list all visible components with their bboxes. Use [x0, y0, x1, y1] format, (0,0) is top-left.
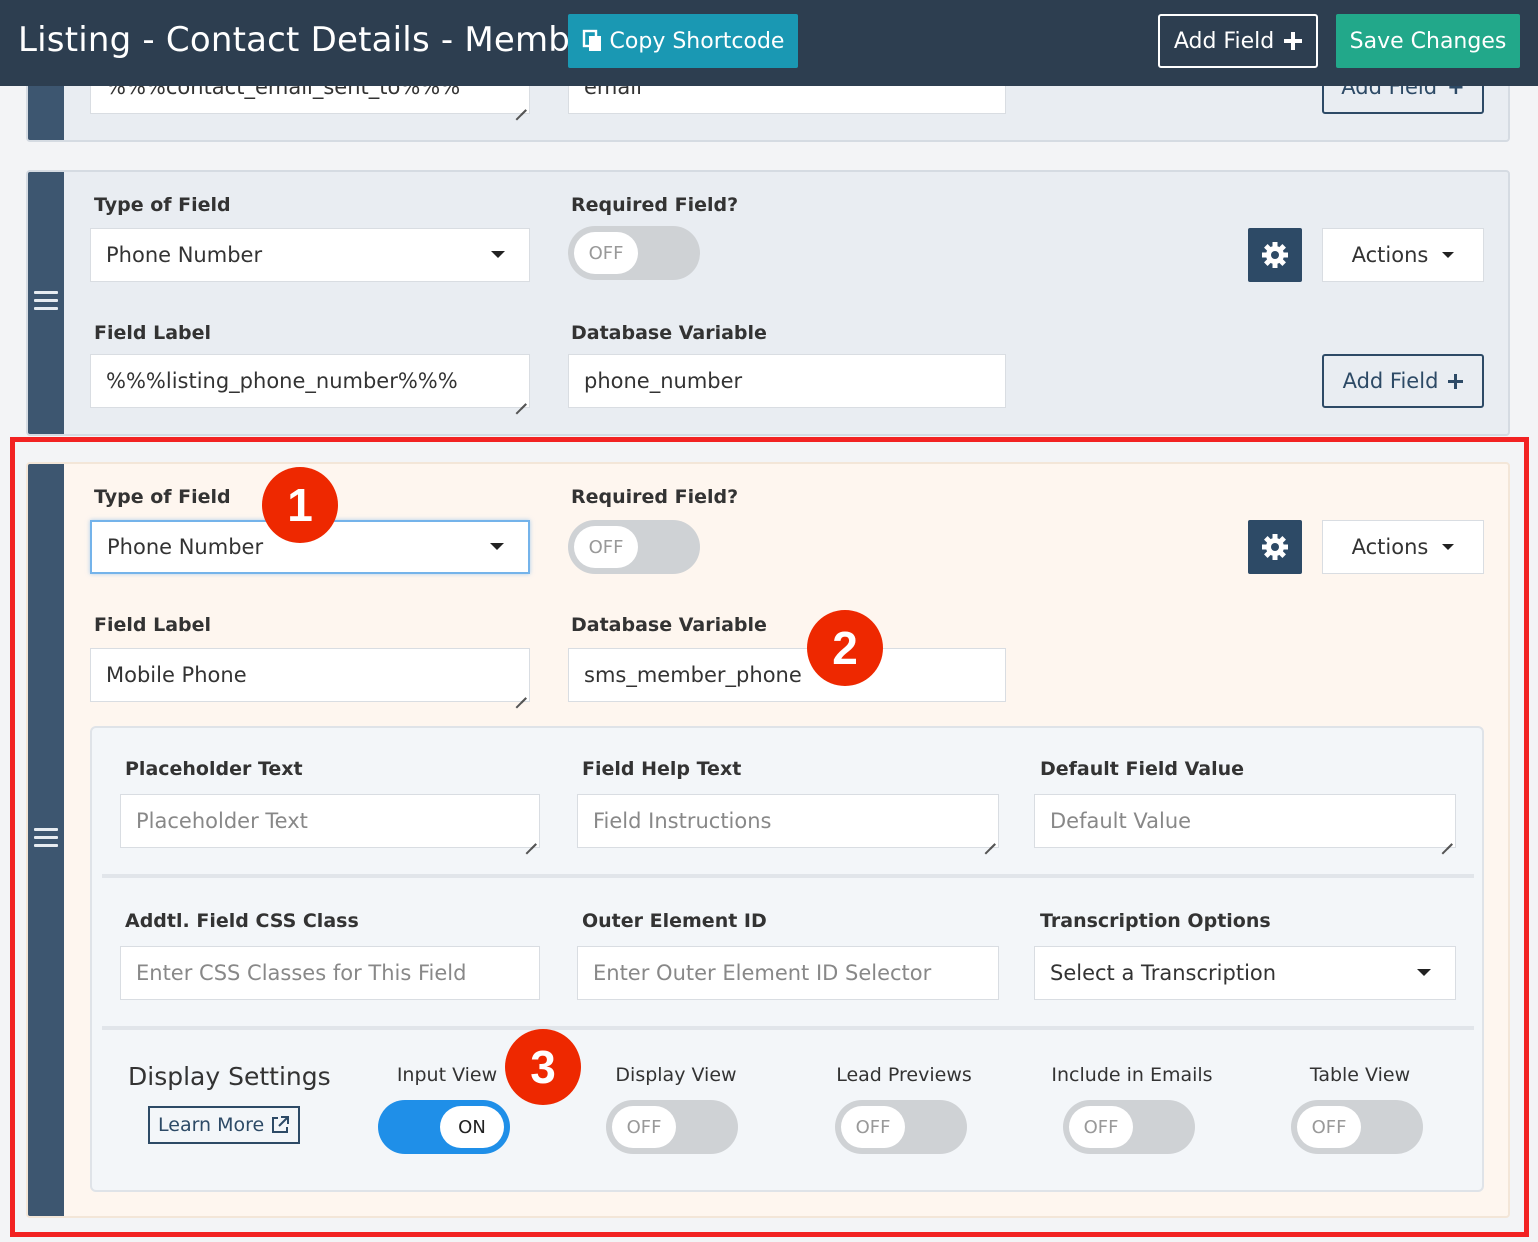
caret-down-icon — [490, 543, 504, 550]
resize-grip-icon[interactable] — [522, 830, 536, 844]
caret-down-icon — [1442, 544, 1455, 550]
input-view-toggle[interactable]: ON — [378, 1100, 510, 1154]
field-card-mobile-phone: Type of Field Phone Number Required Fiel… — [26, 462, 1510, 1218]
field-label-label: Field Label — [94, 322, 212, 344]
display-settings-title: Display Settings — [128, 1062, 331, 1091]
resize-grip-icon[interactable] — [1438, 830, 1452, 844]
settings-gear-button[interactable] — [1248, 228, 1302, 282]
caret-down-icon — [491, 251, 505, 258]
page-title: Listing - Contact Details - Member — [18, 20, 606, 60]
field-label-label: Field Label — [94, 614, 212, 636]
required-field-label: Required Field? — [571, 194, 739, 216]
type-of-field-select[interactable]: Phone Number — [90, 228, 530, 282]
placeholder-text-input[interactable]: Placeholder Text — [120, 794, 540, 848]
include-in-emails-label: Include in Emails — [1051, 1064, 1213, 1086]
add-field-button[interactable]: Add Field — [1322, 354, 1484, 408]
plus-icon — [1284, 32, 1303, 50]
resize-grip-icon[interactable] — [512, 96, 526, 110]
transcription-options-select[interactable]: Select a Transcription — [1034, 946, 1456, 1000]
learn-more-button[interactable]: Learn More — [148, 1106, 301, 1144]
gear-icon — [1262, 534, 1288, 560]
copy-shortcode-button[interactable]: Copy Shortcode — [568, 14, 798, 68]
caret-down-icon — [1417, 969, 1431, 976]
field-label-input[interactable]: Mobile Phone — [90, 648, 530, 702]
include-in-emails-toggle[interactable]: OFF — [1063, 1100, 1195, 1154]
css-class-input[interactable]: Enter CSS Classes for This Field — [120, 946, 540, 1000]
advanced-settings-panel: Placeholder Text Placeholder Text Field … — [90, 726, 1484, 1192]
default-field-value-input[interactable]: Default Value — [1034, 794, 1456, 848]
required-field-label: Required Field? — [571, 486, 739, 508]
database-variable-input[interactable]: sms_member_phone — [568, 648, 1006, 702]
required-field-toggle[interactable]: OFF — [568, 520, 700, 574]
resize-grip-icon[interactable] — [512, 684, 526, 698]
save-changes-button[interactable]: Save Changes — [1336, 14, 1520, 68]
transcription-options-label: Transcription Options — [1040, 910, 1271, 932]
external-link-icon — [272, 1116, 290, 1133]
hamburger-icon — [34, 291, 58, 315]
annotation-badge-3: 3 — [505, 1029, 581, 1105]
drag-handle[interactable] — [28, 464, 64, 1216]
css-class-label: Addtl. Field CSS Class — [125, 910, 359, 932]
divider — [102, 1026, 1474, 1030]
resize-grip-icon[interactable] — [512, 390, 526, 404]
outer-element-id-input[interactable]: Enter Outer Element ID Selector — [577, 946, 999, 1000]
copy-icon — [582, 29, 601, 51]
add-field-header-button[interactable]: Add Field — [1158, 14, 1318, 68]
display-view-label: Display View — [615, 1064, 737, 1086]
table-view-toggle[interactable]: OFF — [1291, 1100, 1423, 1154]
database-variable-label: Database Variable — [571, 322, 767, 344]
gear-icon — [1262, 242, 1288, 268]
hamburger-icon — [34, 828, 58, 852]
caret-down-icon — [1442, 252, 1455, 258]
actions-dropdown[interactable]: Actions — [1322, 520, 1484, 574]
field-label-input[interactable]: %%%listing_phone_number%%% — [90, 354, 530, 408]
lead-previews-toggle[interactable]: OFF — [835, 1100, 967, 1154]
settings-gear-button[interactable] — [1248, 520, 1302, 574]
plus-icon — [1448, 373, 1464, 389]
divider — [102, 874, 1474, 878]
lead-previews-label: Lead Previews — [836, 1064, 972, 1086]
type-of-field-label: Type of Field — [94, 486, 231, 508]
annotation-badge-1: 1 — [262, 467, 338, 543]
default-field-value-label: Default Field Value — [1040, 758, 1244, 780]
placeholder-text-label: Placeholder Text — [125, 758, 303, 780]
outer-element-id-label: Outer Element ID — [582, 910, 767, 932]
actions-dropdown[interactable]: Actions — [1322, 228, 1484, 282]
database-variable-label: Database Variable — [571, 614, 767, 636]
database-variable-input[interactable]: phone_number — [568, 354, 1006, 408]
field-card-phone-number: Type of Field Phone Number Required Fiel… — [26, 170, 1510, 436]
required-field-toggle[interactable]: OFF — [568, 226, 700, 280]
field-help-text-input[interactable]: Field Instructions — [577, 794, 999, 848]
resize-grip-icon[interactable] — [981, 830, 995, 844]
field-help-text-label: Field Help Text — [582, 758, 742, 780]
page: %%%contact_email_sent_to%%% email Add Fi… — [0, 0, 1538, 1242]
drag-handle[interactable] — [28, 172, 64, 434]
type-of-field-label: Type of Field — [94, 194, 231, 216]
annotation-badge-2: 2 — [807, 610, 883, 686]
top-bar: Listing - Contact Details - Member Copy … — [0, 0, 1538, 86]
display-view-toggle[interactable]: OFF — [606, 1100, 738, 1154]
table-view-label: Table View — [1309, 1064, 1411, 1086]
